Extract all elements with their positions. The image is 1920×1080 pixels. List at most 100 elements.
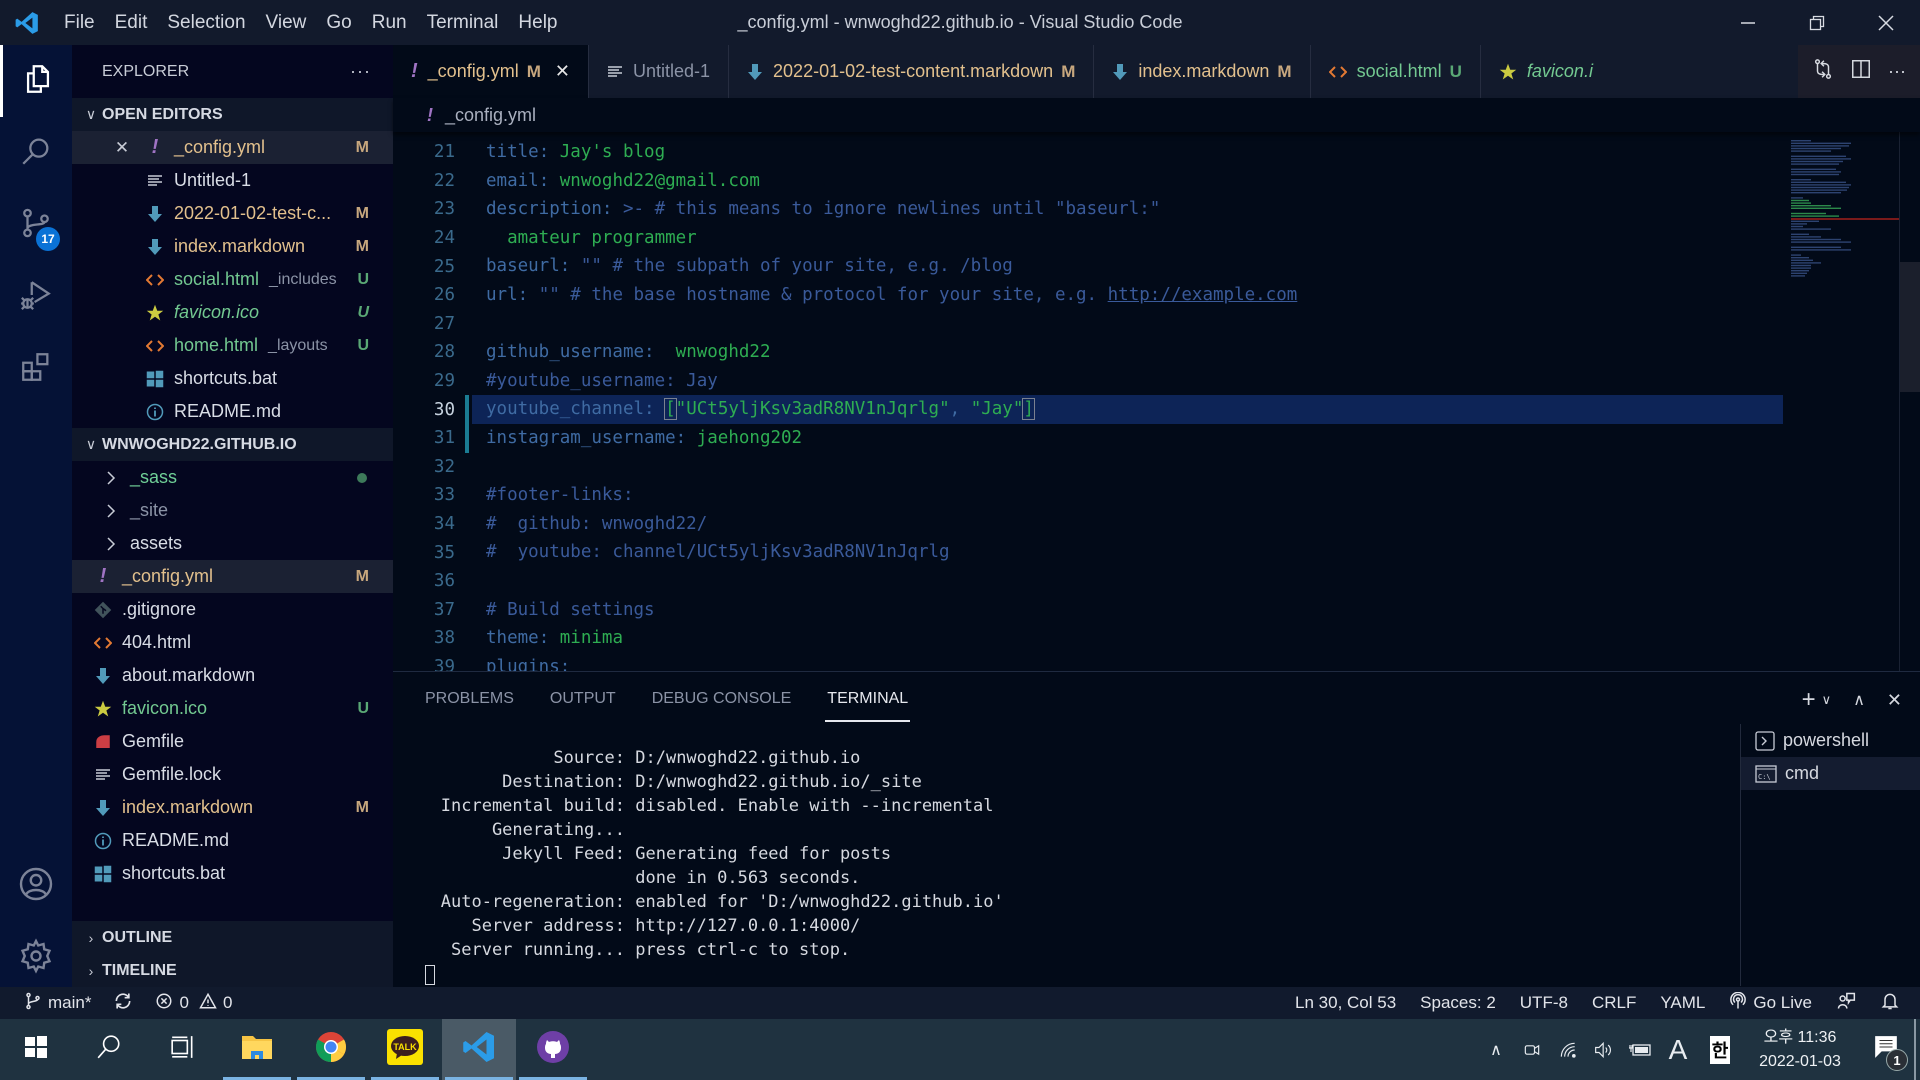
editor-tab[interactable]: ! _config.yml M ✕ <box>393 45 589 98</box>
terminal-dropdown-icon[interactable]: ∨ <box>1822 692 1832 708</box>
file-item[interactable]: Gemfile.lock <box>72 758 393 791</box>
panel-tab-debug-console[interactable]: DEBUG CONSOLE <box>652 672 792 726</box>
editor-scrollbar[interactable] <box>1899 132 1920 671</box>
taskbar-search-button[interactable] <box>72 1019 146 1080</box>
notifications-button[interactable] <box>1880 991 1900 1016</box>
editor-tab[interactable]: 2022-01-02-test-content.markdown M <box>729 45 1095 98</box>
ime-hangul-indicator[interactable]: 한 <box>1698 1019 1742 1080</box>
file-item[interactable]: Gemfile <box>72 725 393 758</box>
menu-edit[interactable]: Edit <box>105 0 158 45</box>
camera-icon[interactable] <box>1514 1019 1550 1080</box>
start-button[interactable] <box>0 1019 72 1080</box>
taskbar-vscode[interactable] <box>442 1019 516 1080</box>
file-item[interactable]: shortcuts.bat <box>72 362 393 395</box>
file-item[interactable]: ! _config.yml M <box>72 560 393 593</box>
branch-status[interactable]: main* <box>24 992 91 1015</box>
folder-header[interactable]: ∨ WNWOGHD22.GITHUB.IO <box>72 428 393 461</box>
folder-item[interactable]: assets <box>72 527 393 560</box>
folder-item[interactable]: _sass <box>72 461 393 494</box>
outline-header[interactable]: › OUTLINE <box>72 921 393 954</box>
indentation[interactable]: Spaces: 2 <box>1420 993 1496 1013</box>
tray-overflow-button[interactable]: ∧ <box>1478 1019 1514 1080</box>
file-item[interactable]: ✕! _config.yml M <box>72 131 393 164</box>
activity-accounts[interactable] <box>0 850 72 922</box>
breadcrumb-file[interactable]: _config.yml <box>445 105 536 126</box>
editor-tab[interactable]: Untitled-1 <box>589 45 730 98</box>
panel-tab-output[interactable]: OUTPUT <box>550 672 616 726</box>
close-panel-button[interactable]: ✕ <box>1887 690 1902 711</box>
menu-help[interactable]: Help <box>508 0 567 45</box>
action-center-button[interactable]: 1 <box>1858 1019 1914 1080</box>
editor-tab[interactable]: social.html U <box>1311 45 1481 98</box>
activity-explorer[interactable] <box>0 45 72 117</box>
task-view-button[interactable] <box>146 1019 220 1080</box>
folder-item[interactable]: _site <box>72 494 393 527</box>
activity-manage[interactable] <box>0 922 72 994</box>
timeline-header[interactable]: › TIMELINE <box>72 954 393 987</box>
editor-tab[interactable]: index.markdown M <box>1094 45 1311 98</box>
minimap[interactable] <box>1783 132 1903 671</box>
terminal-instance[interactable]: C:\ cmd <box>1741 757 1920 790</box>
scrollbar-thumb[interactable] <box>1900 262 1920 392</box>
file-item[interactable]: favicon.ico U <box>72 296 393 329</box>
file-item[interactable]: index.markdown M <box>72 791 393 824</box>
taskbar-file-explorer[interactable] <box>220 1019 294 1080</box>
menu-file[interactable]: File <box>54 0 105 45</box>
close-window-button[interactable] <box>1851 0 1920 45</box>
more-actions-button[interactable]: ··· <box>1888 61 1906 82</box>
activity-run-debug[interactable] <box>0 261 72 333</box>
close-editor-button[interactable]: ✕ <box>112 138 132 158</box>
minimize-button[interactable] <box>1713 0 1782 45</box>
activity-search[interactable] <box>0 117 72 189</box>
line-ending[interactable]: CRLF <box>1592 993 1636 1013</box>
battery-icon[interactable] <box>1622 1019 1658 1080</box>
wifi-icon[interactable] <box>1550 1019 1586 1080</box>
file-item[interactable]: README.md <box>72 395 393 428</box>
feedback-button[interactable] <box>1836 991 1856 1016</box>
file-item[interactable]: home.html _layouts U <box>72 329 393 362</box>
close-tab-button[interactable]: ✕ <box>555 61 570 82</box>
menu-view[interactable]: View <box>256 0 317 45</box>
file-item[interactable]: README.md <box>72 824 393 857</box>
file-item[interactable]: shortcuts.bat <box>72 857 393 890</box>
modified-line-indicator[interactable] <box>465 395 469 424</box>
taskbar-chrome[interactable] <box>294 1019 368 1080</box>
file-item[interactable]: 404.html <box>72 626 393 659</box>
modified-line-indicator[interactable] <box>465 424 469 453</box>
file-item[interactable]: about.markdown <box>72 659 393 692</box>
open-changes-button[interactable] <box>1812 58 1834 85</box>
restore-button[interactable] <box>1782 0 1851 45</box>
cursor-position[interactable]: Ln 30, Col 53 <box>1295 993 1396 1013</box>
file-item[interactable]: social.html _includes U <box>72 263 393 296</box>
volume-icon[interactable] <box>1586 1019 1622 1080</box>
file-item[interactable]: 2022-01-02-test-c... M <box>72 197 393 230</box>
file-item[interactable]: .gitignore <box>72 593 393 626</box>
menu-selection[interactable]: Selection <box>157 0 255 45</box>
panel-tab-problems[interactable]: PROBLEMS <box>425 672 514 726</box>
explorer-more-button[interactable]: ··· <box>350 61 371 82</box>
taskbar-github-desktop[interactable] <box>516 1019 590 1080</box>
split-editor-button[interactable] <box>1850 58 1872 85</box>
menu-go[interactable]: Go <box>316 0 361 45</box>
file-item[interactable]: favicon.ico U <box>72 692 393 725</box>
file-item[interactable]: Untitled-1 <box>72 164 393 197</box>
menu-run[interactable]: Run <box>362 0 417 45</box>
file-item[interactable]: index.markdown M <box>72 230 393 263</box>
menu-terminal[interactable]: Terminal <box>417 0 509 45</box>
language-mode[interactable]: YAML <box>1660 993 1705 1013</box>
code-link[interactable]: http://example.com <box>1108 285 1298 305</box>
panel-tab-terminal[interactable]: TERMINAL <box>825 672 911 726</box>
encoding[interactable]: UTF-8 <box>1520 993 1568 1013</box>
activity-source-control[interactable]: 17 <box>0 189 72 261</box>
go-live-button[interactable]: Go Live <box>1729 991 1812 1015</box>
terminal-instance[interactable]: powershell <box>1741 724 1920 757</box>
terminal-output[interactable]: Source: D:/wnwoghd22.github.io Destinatio… <box>425 746 1004 986</box>
taskbar-clock[interactable]: 오후 11:36 2022-01-03 <box>1742 1026 1858 1074</box>
sync-button[interactable] <box>113 991 133 1016</box>
maximize-panel-button[interactable]: ∧ <box>1853 690 1865 710</box>
terminal-prompt-line[interactable] <box>425 962 1004 986</box>
taskbar-kakaotalk[interactable]: TALK <box>368 1019 442 1080</box>
code-editor[interactable]: 21 title: Jay's blog 22 email: wnwoghd22@gm… <box>393 132 1783 671</box>
ime-language[interactable]: A <box>1658 1019 1698 1080</box>
problems-status[interactable]: 0 0 <box>155 992 232 1015</box>
